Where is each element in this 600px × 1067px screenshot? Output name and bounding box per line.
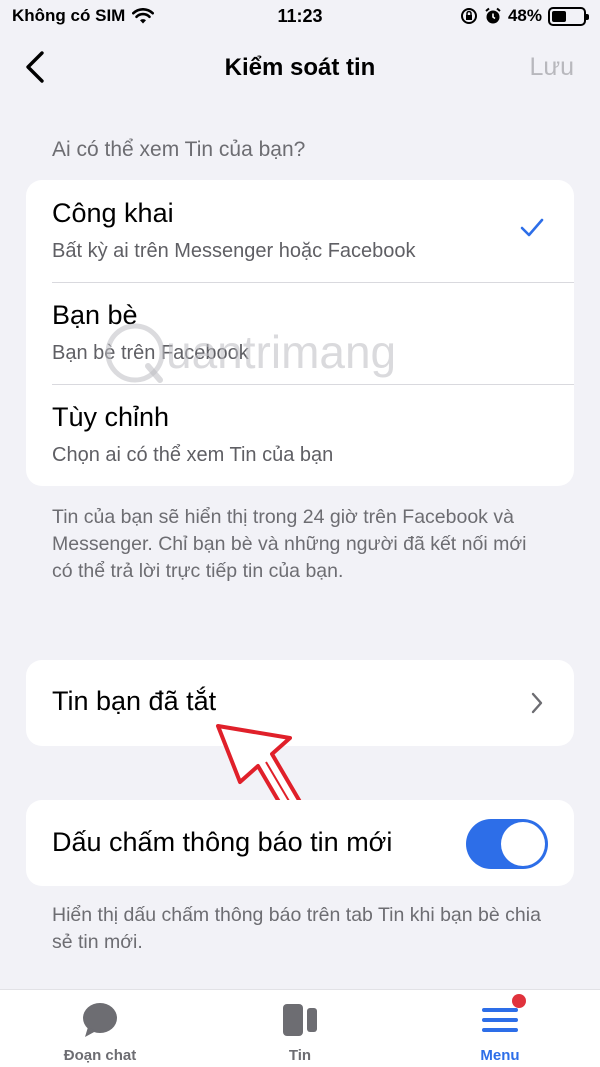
battery-icon <box>548 6 589 26</box>
tab-label: Menu <box>480 1047 520 1064</box>
tab-chats[interactable]: Đoạn chat <box>0 990 200 1067</box>
muted-stories-row[interactable]: Tin bạn đã tắt <box>26 660 574 746</box>
stories-icon <box>283 1004 317 1036</box>
audience-section-header: Ai có thể xem Tin của bạn? <box>52 138 306 161</box>
dot-notification-label: Dấu chấm thông báo tin mới <box>52 827 393 857</box>
status-bar: Không có SIM 11:23 48% <box>0 0 600 36</box>
option-title: Tùy chỉnh <box>52 402 170 432</box>
tab-stories[interactable]: Tin <box>200 990 400 1067</box>
audience-description: Tin của bạn sẽ hiển thị trong 24 giờ trê… <box>52 506 527 582</box>
option-subtitle: Bất kỳ ai trên Messenger hoặc Facebook <box>52 240 416 262</box>
tab-bar: Đoạn chat Tin Menu <box>0 989 600 1067</box>
battery-fill <box>552 10 566 22</box>
toggle-knob <box>501 822 545 866</box>
muted-stories-label: Tin bạn đã tắt <box>52 686 217 716</box>
option-title: Công khai <box>52 198 174 228</box>
orientation-lock-icon <box>460 8 477 24</box>
chat-bubble-icon <box>83 1003 117 1037</box>
page-title: Kiểm soát tin <box>224 54 376 81</box>
dot-notification-row: Dấu chấm thông báo tin mới <box>26 800 574 886</box>
save-button[interactable]: Lưu <box>529 53 574 82</box>
alarm-icon <box>485 7 501 24</box>
status-right: 48% <box>460 6 589 26</box>
battery-percent: 48% <box>507 6 542 25</box>
tab-menu[interactable]: Menu <box>400 990 600 1067</box>
audience-option-friends[interactable]: Bạn bè Bạn bè trên Facebook <box>26 282 574 384</box>
tab-label: Tin <box>288 1047 312 1064</box>
notification-badge <box>512 994 526 1008</box>
tab-label: Đoạn chat <box>63 1047 137 1064</box>
dot-notification-description: Hiển thị dấu chấm thông báo trên tab Tin… <box>52 904 541 953</box>
checkmark-icon <box>520 218 544 237</box>
dot-notification-toggle[interactable] <box>466 819 548 869</box>
option-subtitle: Bạn bè trên Facebook <box>52 342 249 364</box>
audience-option-custom[interactable]: Tùy chỉnh Chọn ai có thể xem Tin của bạn <box>26 384 574 486</box>
option-title: Bạn bè <box>52 300 138 330</box>
audience-options-card: Công khai Bất kỳ ai trên Messenger hoặc … <box>26 180 574 486</box>
navigation-bar: Kiểm soát tin Lưu <box>0 40 600 96</box>
chevron-right-icon <box>531 692 543 714</box>
audience-option-public[interactable]: Công khai Bất kỳ ai trên Messenger hoặc … <box>26 180 574 282</box>
option-subtitle: Chọn ai có thể xem Tin của bạn <box>52 444 334 466</box>
